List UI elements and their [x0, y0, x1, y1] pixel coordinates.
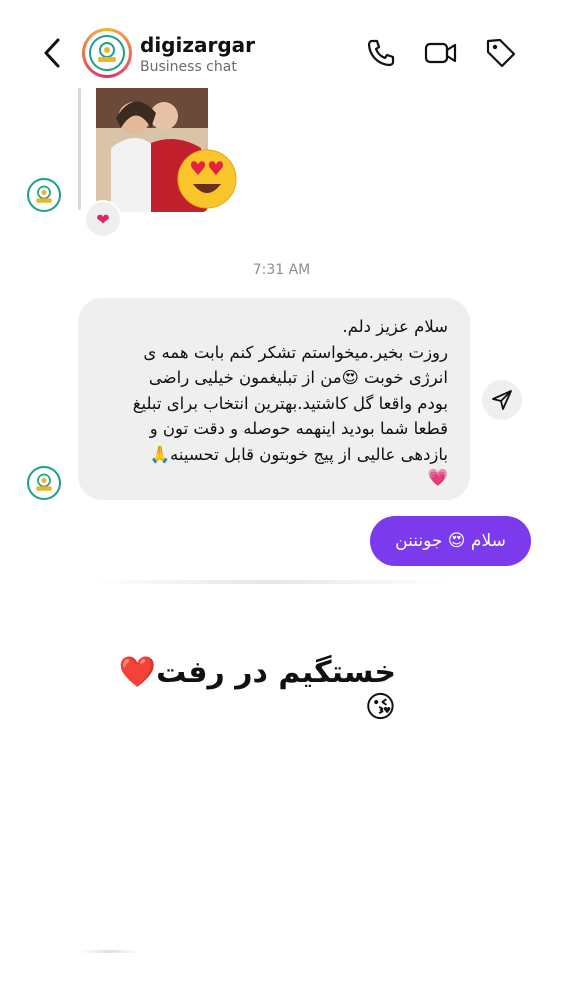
back-arrow-icon[interactable] — [38, 36, 66, 70]
heart-reaction[interactable]: ❤ — [84, 200, 122, 238]
video-camera-icon[interactable] — [424, 36, 458, 70]
chat-title[interactable]: digizargar — [140, 33, 255, 57]
phone-icon[interactable] — [364, 36, 398, 70]
message-line: بازدهی عالیی از پیج خوبتون قابل تحسینه🙏 — [149, 444, 448, 464]
sender-avatar[interactable] — [27, 178, 61, 212]
message-line: روزت بخیر.میخواستم تشکر کنم بابت همه ی — [143, 342, 448, 362]
outgoing-message-bubble[interactable]: سلام 😍 جونننن — [370, 516, 531, 566]
chat-header: digizargar Business chat — [0, 0, 563, 92]
message-line: قطعا شما بودید اینهمه حوصله و دقت تون و — [149, 419, 448, 439]
digizargar-logo — [89, 35, 125, 71]
send-icon — [492, 390, 512, 410]
reply-indicator-bar — [78, 88, 81, 210]
sender-avatar[interactable] — [27, 466, 61, 500]
profile-avatar[interactable] — [82, 28, 132, 78]
message-line: 💗 — [427, 467, 448, 487]
heart-eyes-emoji — [176, 148, 238, 210]
message-line: سلام عزیز دلم. — [342, 317, 448, 336]
chat-subtitle: Business chat — [140, 59, 237, 75]
message-line: انرژی خوبت 😍من از تبلیغمون خیلیی راضی — [148, 368, 448, 388]
tag-icon[interactable] — [484, 36, 518, 70]
message-timestamp: 7:31 AM — [252, 262, 311, 278]
caption-text: خستگیم در رفت❤️😘 — [118, 655, 396, 725]
divider — [80, 950, 140, 953]
divider — [90, 580, 450, 584]
message-line: بودم واقعا گل کاشتید.بهترین انتخاب برای … — [132, 393, 448, 413]
incoming-message-bubble[interactable]: سلام عزیز دلم. روزت بخیر.میخواستم تشکر ک… — [78, 298, 470, 500]
overlay-caption: خستگیم در رفت❤️😘 — [96, 655, 396, 725]
share-message-button[interactable] — [482, 380, 522, 420]
